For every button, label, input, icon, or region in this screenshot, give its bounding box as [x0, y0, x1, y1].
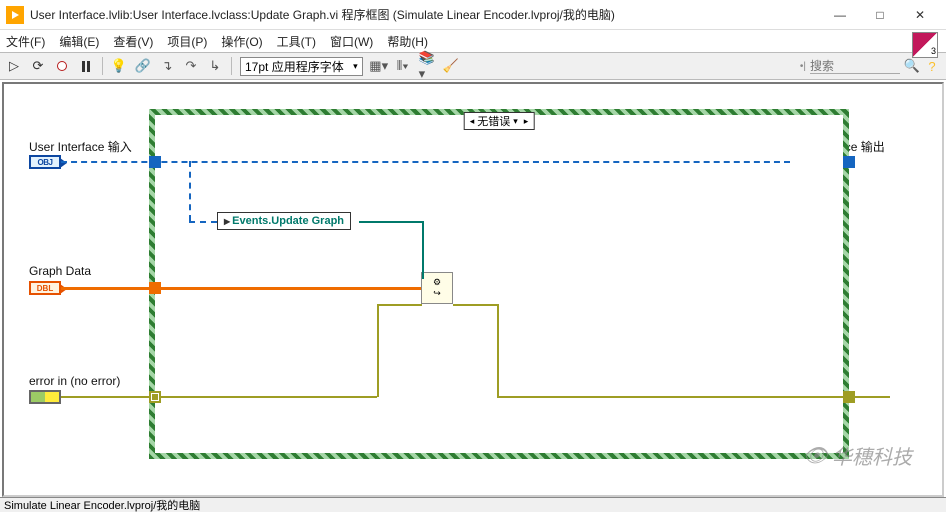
align-button[interactable]: ▦▾ — [371, 58, 387, 74]
wire-err-top2[interactable] — [453, 304, 498, 306]
highlight-exec-button[interactable]: 💡 — [111, 58, 127, 74]
abort-button[interactable] — [54, 58, 70, 74]
wire-err-down[interactable] — [497, 304, 499, 397]
generate-event-node[interactable]: ⚙ ↪ — [421, 272, 453, 304]
help-icon[interactable]: ? — [924, 58, 940, 74]
menu-tools[interactable]: 工具(T) — [277, 33, 316, 50]
menu-project[interactable]: 项目(P) — [167, 33, 207, 50]
label-ui-in: User Interface 输入 — [29, 138, 132, 155]
vi-icon[interactable]: 3 — [912, 32, 938, 58]
distribute-button[interactable]: ⫴▾ — [395, 58, 411, 74]
retain-wire-button[interactable]: 🔗 — [135, 58, 151, 74]
wire-err-out[interactable] — [855, 396, 890, 398]
wire-evt-h1[interactable] — [359, 221, 422, 223]
menu-help[interactable]: 帮助(H) — [387, 33, 428, 50]
wire-evt-v[interactable] — [422, 221, 424, 279]
wire-dbl[interactable] — [61, 287, 421, 290]
menu-window[interactable]: 窗口(W) — [330, 33, 373, 50]
menu-operate[interactable]: 操作(O) — [221, 33, 262, 50]
case-selector[interactable]: ◂ 无错误 ▾ ▸ — [464, 112, 535, 130]
toolbar: ▷ ⟳ 💡 🔗 ↴ ↷ ↳ 17pt 应用程序字体 ▦▾ ⫴▾ 📚▾ 🧹 •| … — [0, 52, 946, 80]
step-into-button[interactable]: ↴ — [159, 58, 175, 74]
font-selector[interactable]: 17pt 应用程序字体 — [240, 57, 363, 76]
event-arrow-icon: ↪ — [433, 288, 441, 299]
status-text: Simulate Linear Encoder.lvproj/我的电脑 — [4, 497, 200, 513]
menu-bar: 文件(F) 编辑(E) 查看(V) 项目(P) 操作(O) 工具(T) 窗口(W… — [0, 30, 946, 52]
case-dropdown-icon[interactable]: ▾ — [510, 116, 521, 127]
label-graph-data: Graph Data — [29, 264, 91, 278]
run-continuous-button[interactable]: ⟳ — [30, 58, 46, 74]
watermark-text: 华穗科技 — [832, 441, 912, 470]
maximize-button[interactable]: □ — [860, 1, 900, 29]
wire-err-up1[interactable] — [377, 304, 379, 397]
block-diagram-canvas[interactable]: User Interface 输入 OBJ User Interface 输出 … — [2, 82, 944, 497]
run-button[interactable]: ▷ — [6, 58, 22, 74]
terminal-graph-data[interactable]: DBL — [29, 281, 61, 295]
search-icon[interactable]: 🔍 — [904, 58, 920, 74]
tunnel-err-out[interactable] — [843, 391, 855, 403]
status-bar: Simulate Linear Encoder.lvproj/我的电脑 — [0, 497, 946, 512]
close-button[interactable]: ✕ — [900, 1, 940, 29]
wire-err-in[interactable] — [61, 396, 149, 398]
app-icon — [6, 6, 24, 24]
menu-view[interactable]: 查看(V) — [113, 33, 153, 50]
separator — [102, 57, 103, 75]
terminal-ui-in[interactable]: OBJ — [29, 155, 61, 169]
title-bar: User Interface.lvlib:User Interface.lvcl… — [0, 0, 946, 30]
wire-obj-branch-v[interactable] — [189, 161, 191, 221]
case-prev-icon[interactable]: ◂ — [467, 116, 478, 127]
wire-obj-branch-h[interactable] — [189, 221, 217, 223]
separator — [231, 57, 232, 75]
window-title: User Interface.lvlib:User Interface.lvcl… — [30, 6, 820, 23]
watermark-icon: 👁 — [803, 443, 828, 468]
case-label: 无错误 — [477, 113, 510, 129]
minimize-button[interactable]: — — [820, 1, 860, 29]
pause-button[interactable] — [78, 58, 94, 74]
event-glyph-icon: ⚙ — [433, 277, 441, 288]
wire-err-top1[interactable] — [377, 304, 422, 306]
tunnel-err-in[interactable] — [149, 391, 161, 403]
reorder-button[interactable]: 📚▾ — [419, 58, 435, 74]
search-input[interactable] — [810, 59, 900, 74]
tunnel-obj-out[interactable] — [843, 156, 855, 168]
label-error-in: error in (no error) — [29, 374, 120, 388]
case-next-icon[interactable]: ▸ — [521, 116, 532, 127]
search-marker: •| — [800, 61, 806, 72]
wire-obj-main[interactable] — [61, 161, 790, 163]
invoke-node[interactable]: Events.Update Graph — [217, 212, 351, 230]
menu-file[interactable]: 文件(F) — [6, 33, 45, 50]
step-out-button[interactable]: ↳ — [207, 58, 223, 74]
terminal-error-in[interactable] — [29, 390, 61, 404]
step-over-button[interactable]: ↷ — [183, 58, 199, 74]
cleanup-button[interactable]: 🧹 — [443, 58, 459, 74]
watermark: 👁 华穗科技 — [803, 441, 912, 470]
menu-edit[interactable]: 编辑(E) — [59, 33, 99, 50]
wire-err-a[interactable] — [161, 396, 377, 398]
wire-err-b[interactable] — [497, 396, 843, 398]
